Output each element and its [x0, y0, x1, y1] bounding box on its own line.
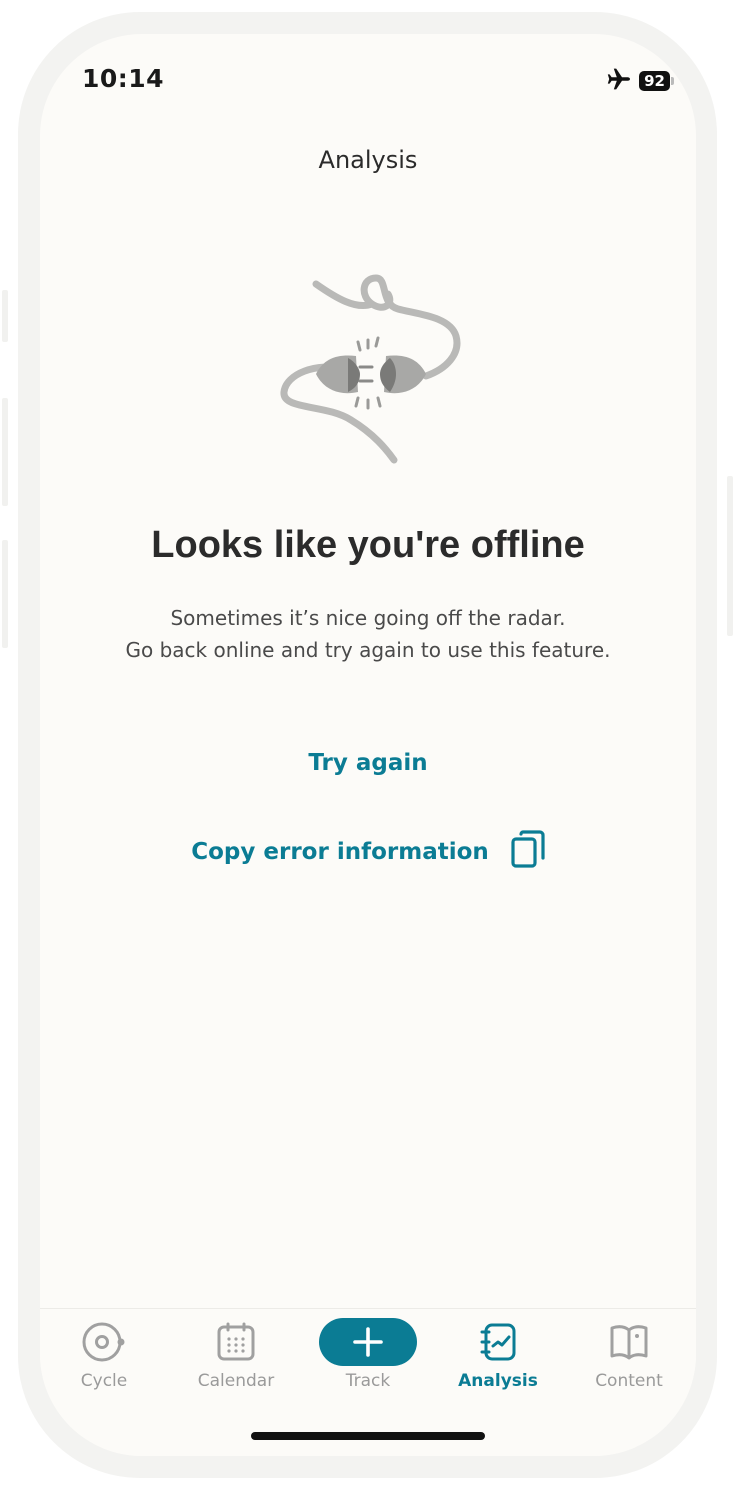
tab-cycle-label: Cycle	[80, 1371, 128, 1391]
tab-cycle[interactable]: Cycle	[44, 1319, 164, 1391]
calendar-icon	[217, 1322, 255, 1361]
volume-button-bottom	[2, 540, 8, 648]
home-indicator[interactable]	[251, 1432, 485, 1440]
offline-message-line2: Go back online and try again to use this…	[125, 638, 611, 662]
tab-track-label: Track	[345, 1371, 391, 1391]
cycle-icon	[82, 1322, 125, 1362]
analysis-icon	[480, 1323, 516, 1361]
track-button[interactable]	[319, 1318, 417, 1366]
tab-analysis[interactable]: Analysis	[438, 1319, 558, 1391]
battery-cap	[671, 77, 674, 85]
page-title: Analysis	[318, 146, 418, 174]
tab-content[interactable]: Content	[569, 1319, 689, 1391]
try-again-button[interactable]: Try again	[40, 750, 696, 776]
copy-error-button[interactable]: Copy error information	[40, 830, 696, 874]
status-icons: 92	[607, 68, 674, 94]
tab-analysis-label: Analysis	[458, 1371, 538, 1391]
tab-calendar-label: Calendar	[197, 1371, 275, 1391]
battery-level: 92	[639, 71, 670, 91]
offline-headline: Looks like you're offline	[151, 524, 585, 566]
battery-indicator: 92	[639, 71, 674, 91]
screen: 10:14 92 Analysis Looks like you're offl…	[40, 34, 696, 1456]
unplugged-cable-illustration	[276, 274, 466, 464]
copy-error-label: Copy error information	[191, 839, 489, 865]
tab-content-label: Content	[595, 1371, 663, 1391]
tab-track[interactable]: Track	[308, 1318, 428, 1391]
tab-calendar[interactable]: Calendar	[176, 1319, 296, 1391]
volume-button-middle	[2, 398, 8, 506]
offline-message-line1: Sometimes it’s nice going off the radar.	[170, 606, 566, 630]
plus-icon	[353, 1327, 383, 1357]
airplane-icon	[607, 68, 631, 94]
power-button	[727, 476, 733, 636]
status-time: 10:14	[82, 64, 165, 93]
volume-button-top	[2, 290, 8, 342]
book-icon	[610, 1325, 648, 1360]
copy-icon	[511, 830, 545, 874]
